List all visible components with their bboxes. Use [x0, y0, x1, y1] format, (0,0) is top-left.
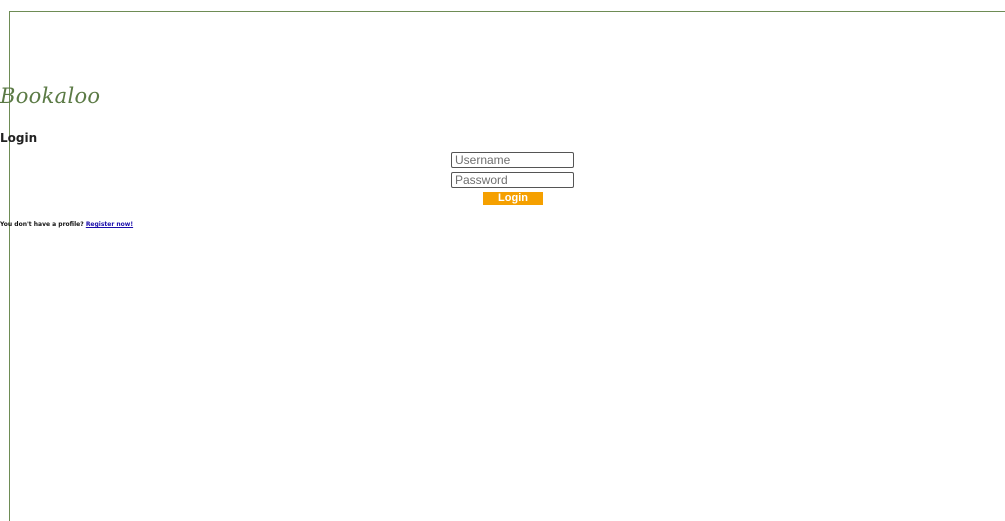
brand-logo: Bookaloo: [0, 84, 101, 108]
login-button[interactable]: Login: [483, 192, 543, 205]
username-input[interactable]: [451, 152, 574, 168]
register-prompt-text: You don't have a profile?: [0, 221, 84, 228]
register-prompt: You don't have a profile? Register now!: [0, 221, 1005, 228]
register-link[interactable]: Register now!: [86, 221, 133, 228]
password-input[interactable]: [451, 172, 574, 188]
login-heading: Login: [0, 131, 38, 145]
